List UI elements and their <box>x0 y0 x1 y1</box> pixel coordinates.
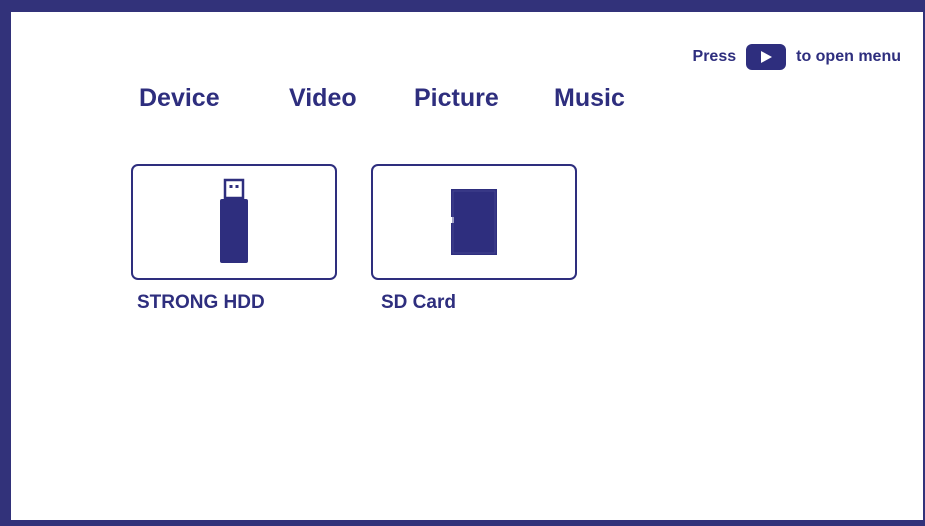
device-label-sd-card: SD Card <box>381 292 456 313</box>
device-tile-strong-hdd[interactable] <box>131 164 337 280</box>
menu-hint: Press to open menu <box>693 44 901 70</box>
tab-video[interactable]: Video <box>289 84 414 113</box>
hint-suffix: to open menu <box>796 48 901 65</box>
tab-picture[interactable]: Picture <box>414 84 554 113</box>
device-tile-sd-card[interactable] <box>371 164 577 280</box>
hint-prefix: Press <box>692 48 737 65</box>
tab-music[interactable]: Music <box>554 84 644 113</box>
tab-device[interactable]: Device <box>139 84 289 113</box>
device-label-strong-hdd: STRONG HDD <box>137 292 265 313</box>
category-tabs: Device Video Picture Music <box>139 84 644 113</box>
sd-card-icon <box>451 189 497 255</box>
usb-drive-icon <box>220 178 248 263</box>
play-icon <box>746 44 787 70</box>
